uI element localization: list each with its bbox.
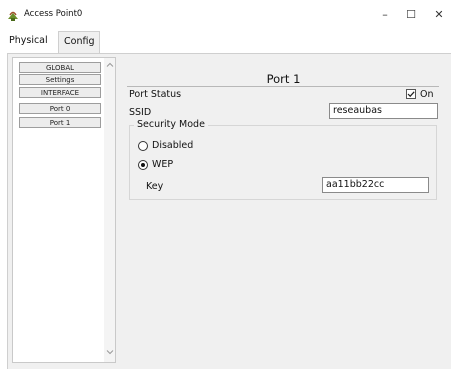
radio-wep-label[interactable]: WEP <box>152 159 173 170</box>
chevron-up-icon[interactable] <box>105 60 115 70</box>
ssid-input[interactable]: reseaubas <box>329 103 438 119</box>
sidebar-item-settings[interactable]: Settings <box>19 74 101 85</box>
radio-wep-selected-dot <box>141 163 145 167</box>
sidebar-item-global[interactable]: GLOBAL <box>19 62 101 73</box>
check-icon <box>407 91 415 98</box>
maximize-button[interactable]: ☐ <box>401 7 421 23</box>
sidebar-scrollbar[interactable] <box>104 58 115 362</box>
wep-key-input[interactable]: aa11bb22cc <box>322 177 429 193</box>
page-title: Port 1 <box>266 72 301 86</box>
security-mode-legend: Security Mode <box>134 119 208 130</box>
radio-disabled-label[interactable]: Disabled <box>152 140 193 151</box>
close-button[interactable]: ✕ <box>429 7 449 23</box>
port-status-on-label: On <box>420 89 434 100</box>
port-status-checkbox[interactable] <box>406 89 416 99</box>
minimize-button[interactable]: – <box>375 7 395 23</box>
sidebar-item-port-1[interactable]: Port 1 <box>19 117 101 128</box>
access-point-icon <box>8 11 18 21</box>
tab-config[interactable]: Config <box>58 31 101 53</box>
radio-disabled[interactable] <box>138 141 148 151</box>
sidebar-item-interface[interactable]: INTERFACE <box>19 87 101 98</box>
window-title: Access Point0 <box>24 9 83 19</box>
title-divider <box>127 86 439 87</box>
chevron-down-icon[interactable] <box>105 347 115 357</box>
sidebar-item-port-0[interactable]: Port 0 <box>19 103 101 114</box>
tab-physical[interactable]: Physical <box>4 31 53 52</box>
ssid-label: SSID <box>129 107 152 118</box>
port-status-label: Port Status <box>129 89 182 100</box>
key-label: Key <box>146 181 164 192</box>
